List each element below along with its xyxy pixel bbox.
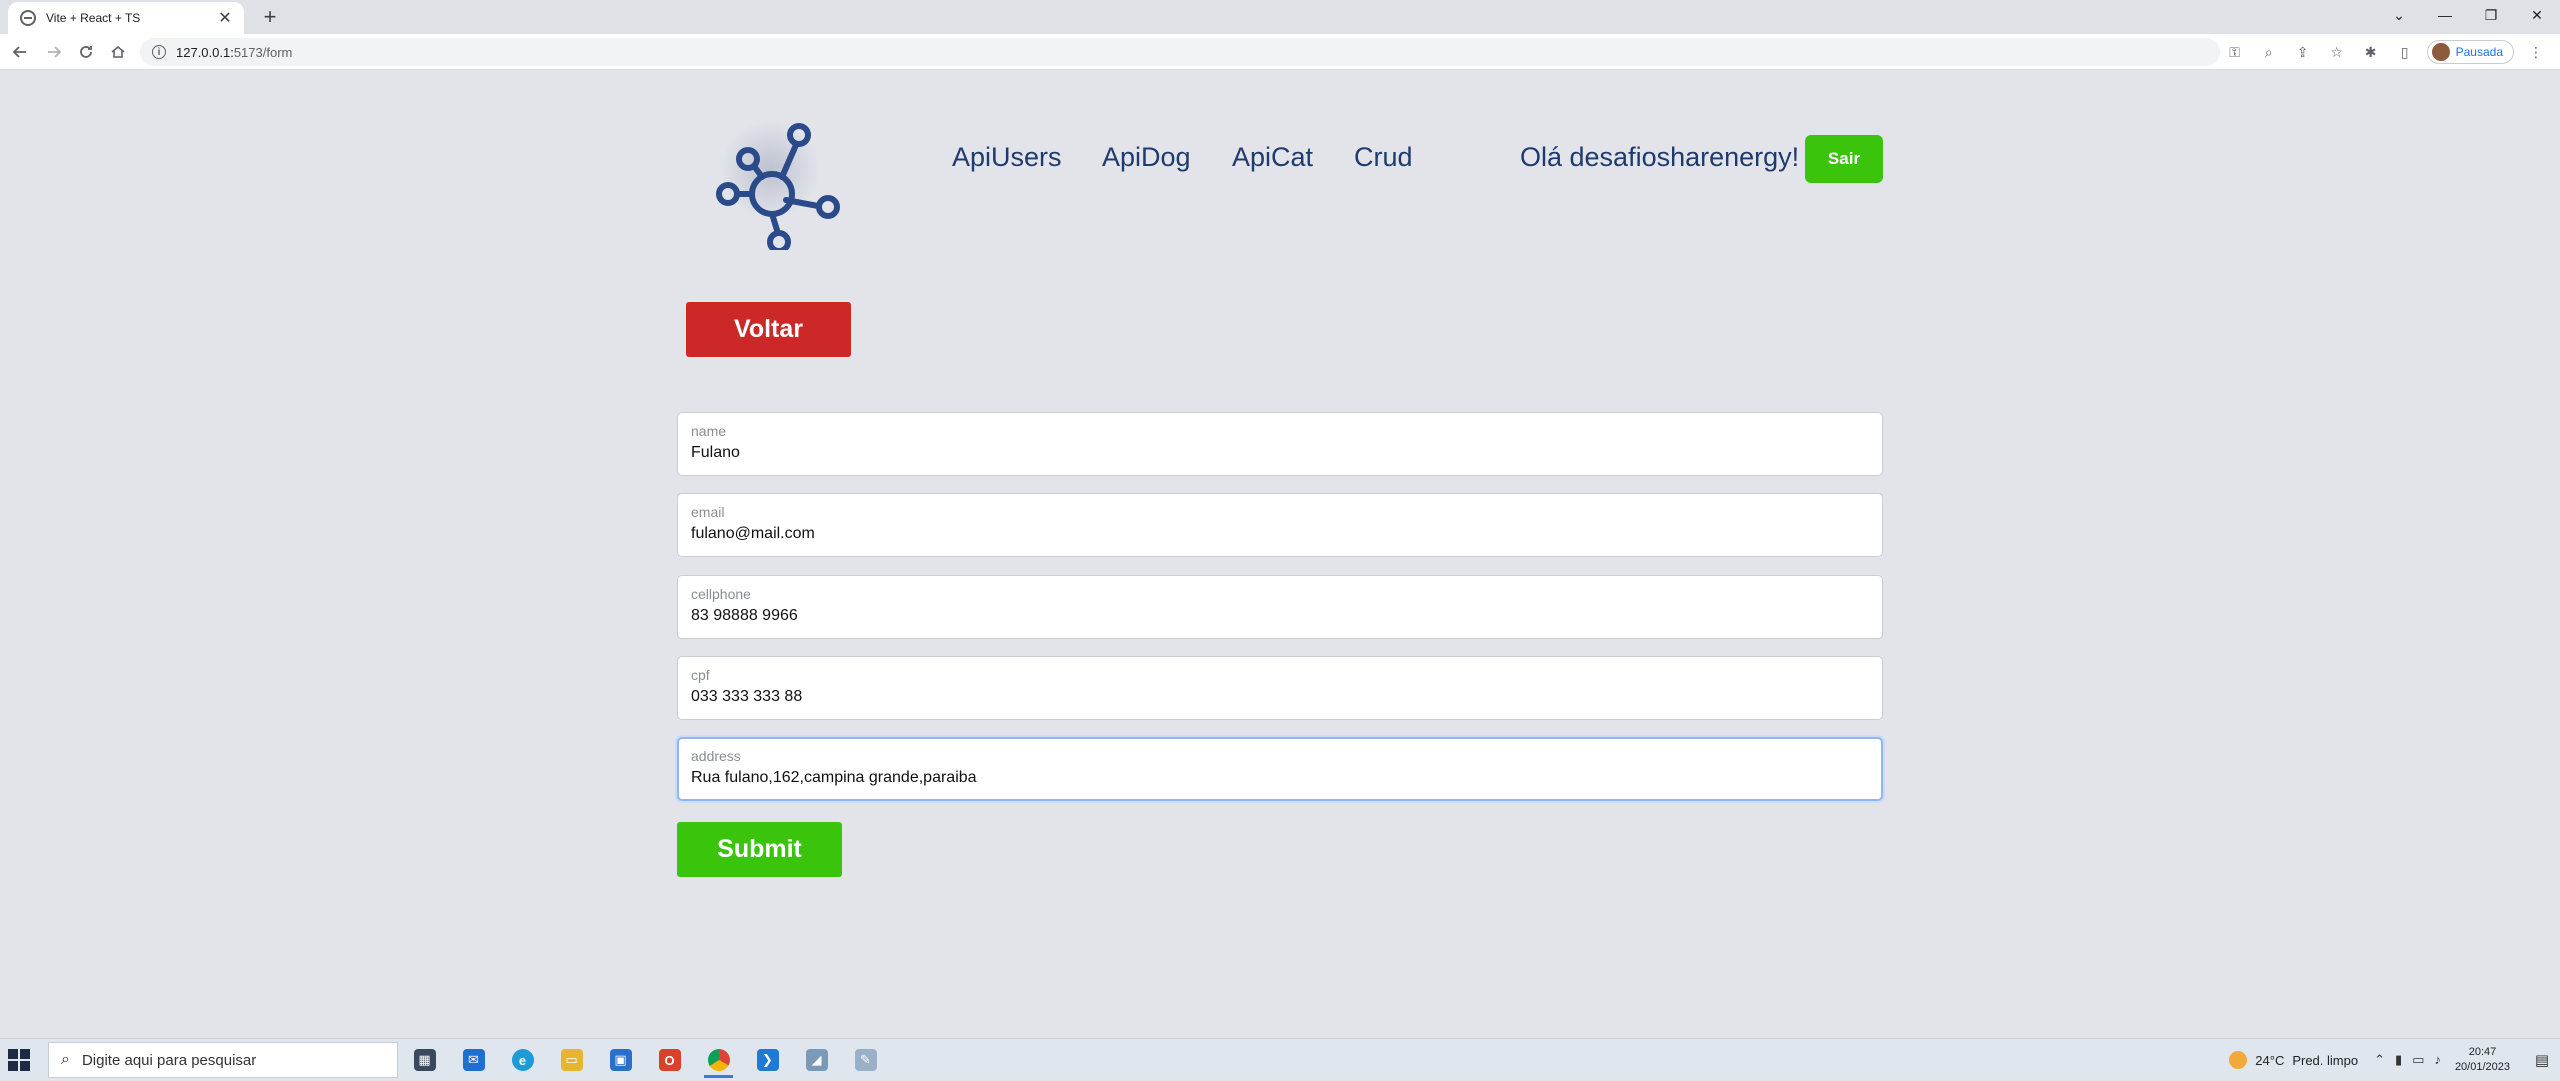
share-icon[interactable]: ⇪ [2291, 40, 2315, 64]
sidebar-icon[interactable]: ▯ [2393, 40, 2417, 64]
browser-toolbar: i 127.0.0.1:5173/form ⚿ ⌕ ⇪ ☆ ✱ ▯ Pausad… [0, 34, 2560, 70]
store-icon[interactable]: ▣ [596, 1042, 645, 1078]
windows-start-icon[interactable] [8, 1049, 30, 1071]
globe-icon [20, 10, 36, 26]
field-value[interactable]: fulano@mail.com [691, 524, 1869, 544]
toolbar-icons: ⚿ ⌕ ⇪ ☆ ✱ ▯ Pausada ⋮ [2223, 40, 2548, 64]
field-label: email [691, 504, 725, 520]
office-icon[interactable]: O [645, 1042, 694, 1078]
address-bar[interactable]: i 127.0.0.1:5173/form [140, 38, 2220, 66]
close-window-icon[interactable]: ✕ [2514, 0, 2560, 30]
weather-temp: 24°C [2255, 1052, 2285, 1068]
back-arrow-icon[interactable] [8, 40, 32, 64]
profile-label: Pausada [2455, 45, 2503, 59]
tray-icons: ⌃ ▮ ▭ ♪ [2374, 1052, 2441, 1068]
email-field[interactable]: email fulano@mail.com [677, 493, 1883, 557]
nav-link-apidog[interactable]: ApiDog [1102, 142, 1191, 173]
menu-dots-icon[interactable]: ⋮ [2524, 40, 2548, 64]
system-tray: 24°C Pred. limpo ⌃ ▮ ▭ ♪ 20:47 20/01/202… [2229, 1039, 2560, 1081]
home-icon[interactable] [106, 40, 130, 64]
field-value[interactable]: 033 333 333 88 [691, 687, 1869, 707]
bookmark-star-icon[interactable]: ☆ [2325, 40, 2349, 64]
logo[interactable] [680, 90, 860, 250]
submit-button[interactable]: Submit [677, 822, 842, 877]
weather-desc: Pred. limpo [2292, 1052, 2359, 1068]
browser-tab[interactable]: Vite + React + TS ✕ [8, 2, 244, 34]
clock[interactable]: 20:47 20/01/2023 [2455, 1045, 2510, 1075]
tab-close-icon[interactable]: ✕ [216, 8, 234, 28]
url-text: 127.0.0.1:5173/form [176, 44, 293, 60]
vscode-icon[interactable]: ❯ [743, 1042, 792, 1078]
weather-widget[interactable]: 24°C Pred. limpo [2229, 1051, 2358, 1069]
weather-icon [2229, 1051, 2248, 1069]
forward-arrow-icon[interactable] [42, 40, 66, 64]
nav-link-crud[interactable]: Crud [1354, 142, 1413, 173]
app-icon-2[interactable]: ✎ [841, 1042, 890, 1078]
name-field[interactable]: name Fulano [677, 412, 1883, 476]
key-icon[interactable]: ⚿ [2223, 40, 2247, 64]
minimize-icon[interactable]: — [2422, 0, 2468, 30]
back-button[interactable]: Voltar [686, 302, 851, 357]
field-value[interactable]: Rua fulano,162,campina grande,paraiba [691, 768, 1869, 788]
chrome-icon[interactable] [694, 1042, 743, 1078]
search-placeholder: Digite aqui para pesquisar [81, 1051, 257, 1069]
restore-icon[interactable]: ❐ [2468, 0, 2514, 30]
field-value[interactable]: Fulano [691, 443, 1869, 463]
volume-icon[interactable]: ♪ [2434, 1052, 2441, 1068]
network-icon[interactable]: ▭ [2412, 1052, 2424, 1068]
chevron-up-icon[interactable]: ⌃ [2374, 1052, 2385, 1068]
profile-button[interactable]: Pausada [2426, 40, 2514, 64]
task-view-icon[interactable]: ▦ [400, 1042, 449, 1078]
extensions-icon[interactable]: ✱ [2359, 40, 2383, 64]
battery-icon[interactable]: ▮ [2395, 1052, 2402, 1068]
notification-icon[interactable]: ▤ [2524, 1051, 2560, 1069]
mail-icon[interactable]: ✉ [449, 1042, 498, 1078]
windows-taskbar: ⌕ Digite aqui para pesquisar ▦ ✉ e ▭ ▣ O… [0, 1038, 2560, 1080]
tab-search-icon[interactable]: ⌄ [2376, 0, 2422, 30]
address-field[interactable]: address Rua fulano,162,campina grande,pa… [677, 737, 1883, 801]
search-icon: ⌕ [61, 1051, 70, 1068]
file-explorer-icon[interactable]: ▭ [547, 1042, 596, 1078]
taskbar-search-input[interactable]: ⌕ Digite aqui para pesquisar [48, 1042, 398, 1078]
cellphone-field[interactable]: cellphone 83 98888 9966 [677, 575, 1883, 639]
nav-link-apicat[interactable]: ApiCat [1232, 142, 1313, 173]
logout-button[interactable]: Sair [1805, 135, 1883, 183]
clock-date: 20/01/2023 [2454, 1061, 2510, 1073]
window-controls: ⌄ — ❐ ✕ [2376, 0, 2560, 30]
reload-icon[interactable] [74, 40, 98, 64]
app-icon[interactable]: ◢ [792, 1042, 841, 1078]
field-label: cpf [691, 667, 710, 683]
network-logo-icon [716, 123, 840, 250]
page: ApiUsers ApiDog ApiCat Crud Olá desafios… [0, 70, 2560, 1038]
field-label: address [691, 748, 741, 764]
browser-tabbar: Vite + React + TS ✕ + ⌄ — ❐ ✕ [0, 0, 2560, 34]
avatar [2431, 43, 2450, 61]
field-label: cellphone [691, 586, 751, 602]
zoom-icon[interactable]: ⌕ [2257, 40, 2281, 64]
pinned-apps: ▦ ✉ e ▭ ▣ O ❯ ◢ ✎ [400, 1042, 890, 1078]
user-greeting: Olá desafiosharenergy! [1520, 142, 1800, 172]
cpf-field[interactable]: cpf 033 333 333 88 [677, 656, 1883, 720]
new-tab-button[interactable]: + [258, 5, 282, 29]
info-icon[interactable]: i [152, 45, 166, 59]
field-value[interactable]: 83 98888 9966 [691, 606, 1869, 626]
nav-link-apiusers[interactable]: ApiUsers [952, 142, 1062, 173]
field-label: name [691, 423, 727, 439]
clock-time: 20:47 [2468, 1046, 2497, 1058]
edge-icon[interactable]: e [498, 1042, 547, 1078]
tab-title: Vite + React + TS [46, 11, 141, 25]
